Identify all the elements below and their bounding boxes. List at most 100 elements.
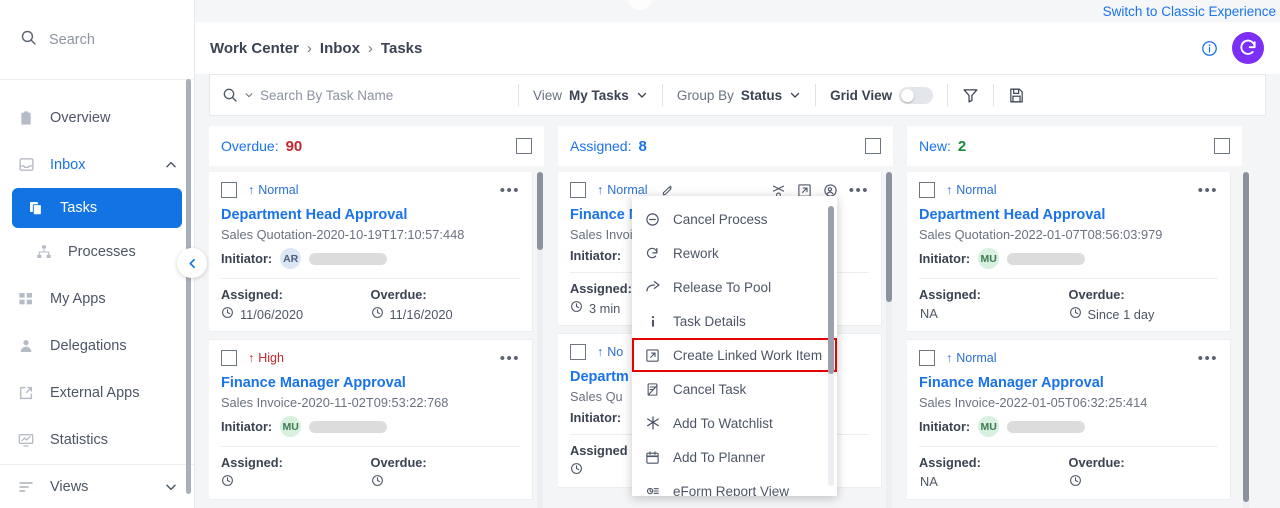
- sidebar-item-label: Processes: [68, 243, 136, 260]
- card-more-menu-icon[interactable]: •••: [1198, 183, 1218, 198]
- task-context-menu: Cancel Process Rework Release To Pool Ta…: [632, 196, 837, 496]
- sidebar-search[interactable]: Search: [0, 0, 194, 80]
- pencil-icon[interactable]: [661, 183, 675, 197]
- card-checkbox[interactable]: [570, 182, 586, 198]
- group-by-selector[interactable]: Group By Status: [677, 88, 801, 103]
- card-checkbox[interactable]: [919, 182, 935, 198]
- topbar-nub: [627, 0, 653, 10]
- card-checkbox[interactable]: [919, 350, 935, 366]
- task-card[interactable]: ↑ Normal ••• Department Head Approval Sa…: [907, 172, 1230, 331]
- sidebar-item-tasks[interactable]: Tasks: [12, 188, 182, 228]
- card-more-menu-icon[interactable]: •••: [500, 351, 520, 366]
- overdue-label: Overdue:: [1068, 455, 1125, 470]
- external-link-icon: [16, 385, 36, 401]
- clock-icon: [570, 300, 583, 316]
- column-count: 2: [957, 137, 967, 155]
- search-dropdown-chevron-icon[interactable]: [244, 90, 254, 100]
- search-input[interactable]: Search By Task Name: [222, 87, 504, 103]
- sidebar-item-external-apps[interactable]: External Apps: [0, 369, 194, 416]
- view-value: My Tasks: [569, 87, 629, 103]
- arrow-up-icon: ↑: [597, 345, 604, 359]
- board-column-new: New: 2 ↑ Normal ••• Department Head Appr…: [907, 126, 1249, 508]
- switch-to-classic-link[interactable]: Switch to Classic Experience: [1103, 3, 1276, 19]
- card-title[interactable]: Finance Manager Approval: [919, 375, 1218, 391]
- context-menu-scrollbar[interactable]: [828, 206, 834, 486]
- save-icon[interactable]: [1008, 87, 1025, 104]
- card-checkbox[interactable]: [221, 350, 237, 366]
- chevron-down-icon[interactable]: [636, 89, 648, 101]
- initiator-label: Initiator:: [919, 251, 971, 266]
- initiator-name-redacted: [309, 252, 388, 265]
- cancel-task-icon: [644, 382, 661, 397]
- assigned-field: Assigned: 11/06/2020: [221, 287, 371, 322]
- sidebar-item-inbox[interactable]: Inbox: [0, 141, 194, 188]
- sidebar-item-delegations[interactable]: Delegations: [0, 322, 194, 369]
- info-icon[interactable]: [1201, 40, 1218, 57]
- sidebar-scrollbar[interactable]: [186, 79, 191, 494]
- grid-view-toggle[interactable]: Grid View: [830, 86, 934, 104]
- task-card[interactable]: ↑ High ••• Finance Manager Approval Sale…: [209, 340, 532, 499]
- column-header: New: 2: [907, 126, 1242, 166]
- avatar[interactable]: [1232, 32, 1264, 64]
- inbox-icon: [16, 156, 36, 173]
- column-select-all-checkbox[interactable]: [1214, 138, 1230, 154]
- task-card[interactable]: ↑ Normal ••• Department Head Approval Sa…: [209, 172, 532, 331]
- clock-icon: [371, 306, 384, 322]
- menu-item-add-to-watchlist[interactable]: Add To Watchlist: [632, 406, 837, 440]
- sidebar-item-processes[interactable]: Processes: [0, 228, 194, 275]
- chevron-down-icon[interactable]: [164, 480, 178, 494]
- chevron-up-icon[interactable]: [164, 158, 178, 172]
- card-title[interactable]: Department Head Approval: [221, 207, 520, 223]
- card-actions: •••: [1198, 183, 1218, 198]
- sidebar-item-statistics[interactable]: Statistics: [0, 416, 194, 463]
- menu-item-eform-report-view[interactable]: eForm Report View: [632, 474, 837, 496]
- card-title[interactable]: Finance Manager Approval: [221, 375, 520, 391]
- view-selector[interactable]: View My Tasks: [533, 88, 648, 103]
- card-checkbox[interactable]: [221, 182, 237, 198]
- menu-item-create-linked-work-item[interactable]: Create Linked Work Item: [632, 338, 837, 372]
- sidebar-item-my-apps[interactable]: My Apps: [0, 275, 194, 322]
- breadcrumb-tasks[interactable]: Tasks: [381, 40, 422, 57]
- chevron-down-icon[interactable]: [789, 89, 801, 101]
- grid-view-switch[interactable]: [899, 86, 934, 104]
- column-scrollbar[interactable]: [1243, 172, 1249, 508]
- column-scrollbar[interactable]: [886, 172, 892, 508]
- column-select-all-checkbox[interactable]: [865, 138, 881, 154]
- menu-item-rework[interactable]: Rework: [632, 236, 837, 270]
- sidebar-item-overview[interactable]: Overview: [0, 94, 194, 141]
- arrow-up-icon: ↑: [248, 351, 255, 365]
- menu-item-label: Cancel Task: [673, 381, 747, 397]
- menu-item-release-to-pool[interactable]: Release To Pool: [632, 270, 837, 304]
- menu-item-add-to-planner[interactable]: Add To Planner: [632, 440, 837, 474]
- breadcrumb-separator: ›: [306, 39, 312, 57]
- card-header: ↑ Normal •••: [221, 182, 520, 198]
- card-actions: •••: [1198, 351, 1218, 366]
- breadcrumb-inbox[interactable]: Inbox: [320, 40, 360, 57]
- processes-icon: [34, 244, 54, 260]
- task-card[interactable]: ↑ Normal ••• Finance Manager Approval Sa…: [907, 340, 1230, 499]
- column-select-all-checkbox[interactable]: [516, 138, 532, 154]
- clock-icon: [570, 462, 583, 478]
- assigned-value-row: [221, 474, 371, 490]
- overdue-field: Overdue:: [371, 455, 521, 490]
- card-footer: Assigned: Overdue:: [221, 446, 520, 490]
- column-scrollbar[interactable]: [537, 172, 543, 508]
- menu-item-cancel-process[interactable]: Cancel Process: [632, 202, 837, 236]
- toggle-knob: [901, 88, 915, 102]
- card-more-menu-icon[interactable]: •••: [849, 183, 869, 198]
- card-more-menu-icon[interactable]: •••: [1198, 351, 1218, 366]
- board-column-overdue: Overdue: 90 ↑ Normal ••• Department Head…: [209, 126, 544, 508]
- sidebar-collapse-button[interactable]: [177, 248, 207, 278]
- sidebar-item-views[interactable]: Views: [0, 464, 194, 508]
- card-initiator: Initiator: MU: [919, 248, 1218, 269]
- clipboard-icon: [16, 110, 36, 126]
- breadcrumb-work-center[interactable]: Work Center: [210, 40, 299, 57]
- overdue-field: Overdue: 11/16/2020: [371, 287, 521, 322]
- card-checkbox[interactable]: [570, 344, 586, 360]
- card-more-menu-icon[interactable]: •••: [500, 183, 520, 198]
- card-title[interactable]: Department Head Approval: [919, 207, 1218, 223]
- menu-item-task-details[interactable]: Task Details: [632, 304, 837, 338]
- filter-icon[interactable]: [962, 87, 979, 104]
- menu-item-cancel-task[interactable]: Cancel Task: [632, 372, 837, 406]
- initiator-name-redacted: [309, 420, 388, 433]
